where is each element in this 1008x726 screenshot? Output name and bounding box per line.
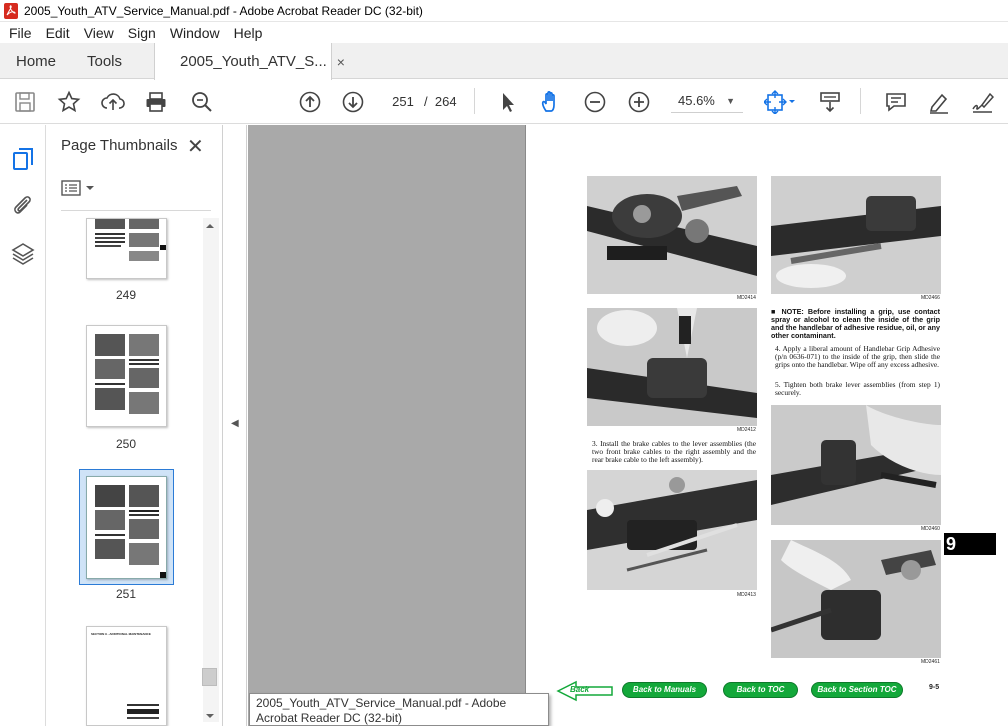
thumbnail-label-251: 251: [115, 587, 137, 601]
tab-home[interactable]: Home: [16, 43, 56, 79]
page-separator: /: [424, 94, 428, 109]
page-total-count: 264: [434, 94, 457, 109]
tab-document[interactable]: 2005_Youth_ATV_S... ×: [154, 43, 345, 80]
photo-caption: MD2460: [921, 526, 940, 532]
back-button[interactable]: Back: [556, 680, 614, 702]
photo-handlebar-3: [771, 176, 941, 294]
menu-edit[interactable]: Edit: [39, 25, 77, 41]
photo-caption: MD2413: [737, 592, 756, 598]
pane-divider: [61, 210, 211, 211]
thumbnail-scrollbar[interactable]: [203, 218, 219, 722]
thumbnail-header-text: SECTION 9 - ADDITIONAL MAINTENANCE: [91, 632, 151, 636]
thumbnail-label-250: 250: [115, 437, 137, 451]
thumbnail-label-249: 249: [115, 288, 137, 302]
thumbnail-options-button[interactable]: [61, 178, 101, 198]
hand-icon[interactable]: [537, 88, 565, 116]
page-footer-number: 9-5: [929, 684, 940, 691]
thumbnail-page-249[interactable]: [86, 218, 167, 279]
list-options-icon: [61, 180, 94, 196]
zoom-search-icon[interactable]: [188, 88, 216, 116]
page-number-input[interactable]: 251: [385, 89, 421, 113]
tab-tools-label: Tools: [87, 52, 123, 70]
back-to-toc-button[interactable]: Back to TOC: [724, 683, 797, 697]
comment-icon[interactable]: [882, 88, 910, 116]
window-title: 2005_Youth_ATV_Service_Manual.pdf - Adob…: [24, 3, 423, 18]
thumbnail-page-250[interactable]: [86, 325, 167, 427]
photo-caption: MD2414: [737, 295, 756, 301]
menu-bar: File Edit View Sign Window Help: [0, 22, 1008, 43]
upload-icon[interactable]: [99, 88, 127, 116]
print-icon[interactable]: [142, 88, 170, 116]
tab-home-label: Home: [16, 52, 57, 70]
note-text: ■ NOTE: Before installing a grip, use co…: [771, 307, 940, 340]
photo-caption: MD2466: [921, 295, 940, 301]
menu-help[interactable]: Help: [227, 25, 270, 41]
attachment-icon[interactable]: [10, 192, 36, 218]
photo-handlebar-2: [587, 308, 757, 426]
instruction-step-5: 5. Tighten both brake lever assemblies (…: [775, 380, 940, 397]
title-bar: 2005_Youth_ATV_Service_Manual.pdf - Adob…: [0, 0, 1008, 22]
pages-icon[interactable]: [10, 147, 36, 173]
fit-page-icon[interactable]: [762, 88, 798, 116]
sign-icon[interactable]: [968, 88, 996, 116]
tab-close-icon[interactable]: ×: [337, 54, 345, 70]
zoom-in-icon[interactable]: [625, 88, 653, 116]
menu-window[interactable]: Window: [163, 25, 227, 41]
section-tab: 9: [944, 533, 996, 555]
photo-handlebar-1: [587, 176, 757, 294]
toolbar-divider: [860, 88, 861, 114]
scroll-mode-icon[interactable]: [816, 88, 844, 116]
scroll-down-arrow-icon[interactable]: [205, 712, 215, 720]
collapse-arrow-icon[interactable]: ◀: [231, 418, 239, 429]
zoom-level-value: 45.6%: [678, 93, 715, 108]
back-to-manuals-button[interactable]: Back to Manuals: [623, 683, 706, 697]
instruction-step-3: 3. Install the brake cables to the lever…: [592, 439, 756, 464]
left-icon-rail: [0, 125, 46, 726]
toolbar-divider: [474, 88, 475, 114]
select-arrow-icon[interactable]: [494, 88, 522, 116]
pane-title: Page Thumbnails: [61, 137, 178, 154]
layers-icon[interactable]: [10, 241, 36, 267]
menu-sign[interactable]: Sign: [121, 25, 163, 41]
acrobat-logo-icon: [4, 2, 18, 19]
tab-tools[interactable]: Tools: [87, 43, 122, 79]
menu-view[interactable]: View: [77, 25, 121, 41]
pane-close-icon[interactable]: ✕: [187, 134, 204, 159]
photo-brake-cable: [587, 470, 757, 590]
zoom-level-select[interactable]: 45.6% ▼: [671, 89, 743, 113]
thumbnail-page-251[interactable]: [86, 476, 167, 579]
star-icon[interactable]: [55, 88, 83, 116]
back-label: Back: [570, 685, 590, 694]
page-total: / 264: [424, 94, 457, 109]
instruction-step-4: 4. Apply a liberal amount of Handlebar G…: [775, 344, 940, 369]
tooltip: 2005_Youth_ATV_Service_Manual.pdf - Adob…: [249, 693, 549, 726]
save-icon[interactable]: [11, 88, 39, 116]
zoom-out-icon[interactable]: [581, 88, 609, 116]
tab-bar: Home Tools 2005_Youth_ATV_S... ×: [0, 43, 1008, 80]
scrollbar-thumb[interactable]: [202, 668, 217, 686]
photo-caption: MD2412: [737, 427, 756, 433]
highlight-icon[interactable]: [925, 88, 953, 116]
photo-grip-install: [771, 405, 941, 525]
chevron-down-icon: ▼: [726, 96, 735, 106]
tab-document-label: 2005_Youth_ATV_S...: [180, 53, 327, 70]
page-down-icon[interactable]: [339, 88, 367, 116]
scroll-up-arrow-icon[interactable]: [205, 222, 215, 230]
menu-file[interactable]: File: [2, 25, 39, 41]
photo-caption: MD2461: [921, 659, 940, 665]
page-up-icon[interactable]: [296, 88, 324, 116]
back-to-section-toc-button[interactable]: Back to Section TOC: [812, 683, 902, 697]
photo-lever-tighten: [771, 540, 941, 658]
thumbnail-page-252[interactable]: SECTION 9 - ADDITIONAL MAINTENANCE: [86, 626, 167, 726]
